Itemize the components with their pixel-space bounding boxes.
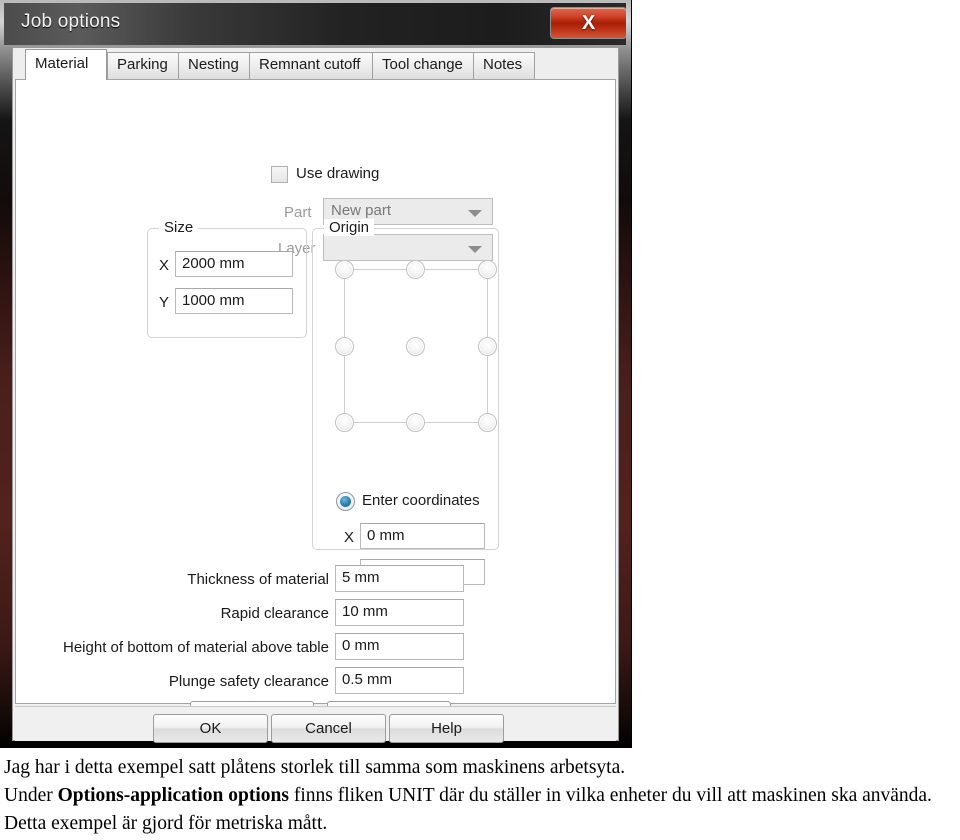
origin-x-label: X — [344, 529, 355, 546]
close-icon: X — [581, 12, 596, 34]
origin-connector — [353, 422, 407, 423]
origin-connector — [344, 277, 345, 338]
origin-radio-top-right[interactable] — [478, 260, 497, 279]
part-dropdown-value: New part — [331, 202, 392, 219]
size-y-label: Y — [159, 294, 170, 311]
plunge-safety-clearance-label: Plunge safety clearance — [168, 673, 329, 690]
origin-group-title: Origin — [324, 219, 375, 236]
origin-radio-bottom-right[interactable] — [478, 413, 497, 432]
origin-x-input[interactable]: 0 mm — [360, 523, 485, 549]
tab-remnant-cutoff[interactable]: Remnant cutoff — [249, 52, 373, 79]
origin-radio-top-left[interactable] — [335, 260, 354, 279]
origin-connector — [353, 269, 407, 270]
origin-radio-middle-left[interactable] — [335, 337, 354, 356]
caption-block: Jag har i detta exempel satt plåtens sto… — [4, 754, 956, 838]
tab-material[interactable]: Material — [25, 49, 107, 80]
origin-groupbox: Origin Enter coordinates X 0 mm — [312, 219, 499, 585]
close-button[interactable]: X — [550, 7, 626, 39]
origin-radio-middle-right[interactable] — [478, 337, 497, 356]
tab-parking[interactable]: Parking — [107, 52, 179, 79]
thickness-of-material-input[interactable]: 5 mm — [335, 565, 464, 592]
use-drawing-checkbox[interactable] — [271, 166, 288, 183]
caption-line-2-bold: Options-application options — [57, 785, 289, 806]
height-above-table-label: Height of bottom of material above table — [63, 639, 329, 656]
size-x-input[interactable]: 2000 mm — [175, 251, 293, 277]
size-y-input[interactable]: 1000 mm — [175, 288, 293, 314]
dialog-window-frame: Job options X Material Parking Nesting R… — [0, 0, 632, 748]
rapid-clearance-input[interactable]: 10 mm — [335, 599, 464, 626]
height-above-table-input[interactable]: 0 mm — [335, 633, 464, 660]
origin-connector — [424, 269, 478, 270]
ok-button[interactable]: OK — [153, 714, 268, 743]
size-groupbox: Size X 2000 mm Y 1000 mm — [147, 219, 307, 338]
origin-radio-bottom-center[interactable] — [406, 413, 425, 432]
origin-connector — [344, 354, 345, 415]
help-button[interactable]: Help — [389, 714, 504, 743]
window-title: Job options — [21, 11, 121, 32]
dialog-body: Material Parking Nesting Remnant cutoff … — [12, 47, 619, 743]
use-drawing-label: Use drawing — [296, 165, 380, 182]
tab-tool-change[interactable]: Tool change — [372, 52, 474, 79]
enter-coordinates-label: Enter coordinates — [362, 492, 480, 509]
origin-connector — [487, 277, 488, 338]
size-group-title: Size — [159, 219, 199, 236]
caption-line-2-pre: Under — [4, 785, 58, 806]
thickness-of-material-label: Thickness of material — [187, 571, 329, 588]
tab-nesting[interactable]: Nesting — [178, 52, 250, 79]
origin-connector — [487, 354, 488, 415]
rapid-clearance-label: Rapid clearance — [220, 605, 329, 622]
tab-notes[interactable]: Notes — [473, 52, 535, 79]
dialog-footer: OK Cancel Help — [15, 706, 616, 743]
origin-connector — [424, 422, 478, 423]
part-label: Part — [284, 204, 312, 221]
plunge-safety-clearance-input[interactable]: 0.5 mm — [335, 667, 464, 694]
title-bar: Job options X — [4, 3, 626, 45]
cancel-button[interactable]: Cancel — [271, 714, 386, 743]
size-x-label: X — [159, 257, 170, 274]
tab-strip: Material Parking Nesting Remnant cutoff … — [13, 48, 618, 80]
radio-selected-dot — [340, 496, 351, 507]
tab-panel-material: Use drawing Part New part Layer Size X 2… — [15, 79, 616, 730]
chevron-down-icon — [468, 210, 482, 217]
origin-radio-top-center[interactable] — [406, 260, 425, 279]
origin-radio-middle-center[interactable] — [406, 337, 425, 356]
origin-radio-bottom-left[interactable] — [335, 413, 354, 432]
caption-line-1: Jag har i detta exempel satt plåtens sto… — [4, 757, 626, 778]
caption-line-2: Under Options-application options finns … — [4, 782, 956, 838]
enter-coordinates-radio[interactable] — [336, 492, 355, 511]
